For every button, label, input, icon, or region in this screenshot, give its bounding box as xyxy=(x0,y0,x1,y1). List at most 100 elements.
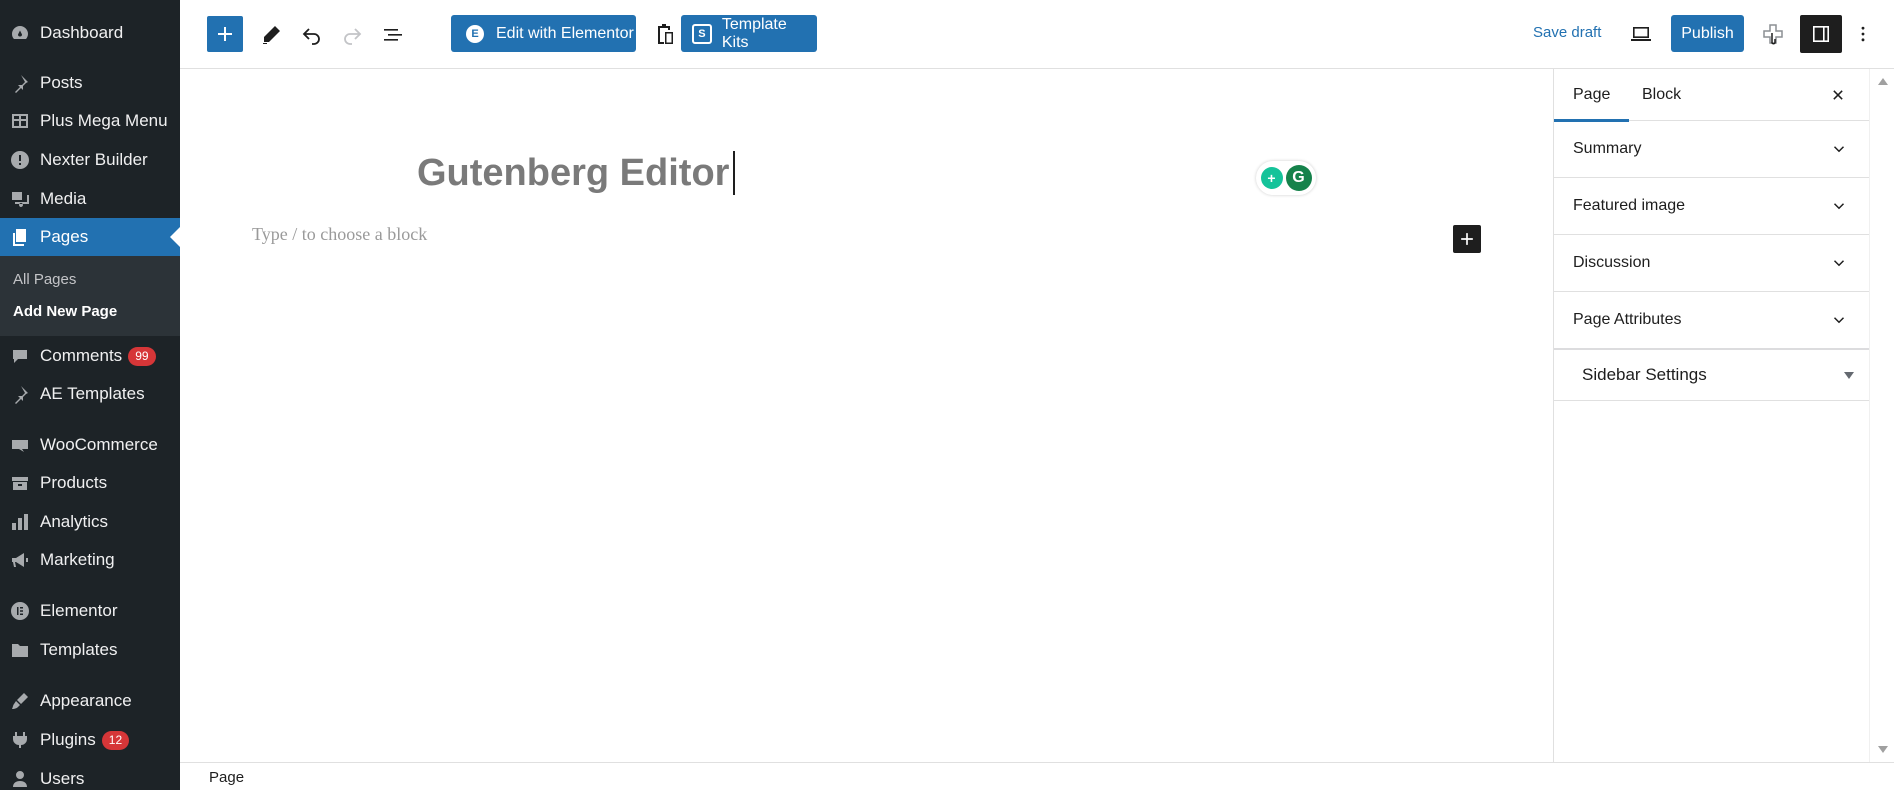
clipboard-button[interactable] xyxy=(651,18,679,50)
undo-button[interactable] xyxy=(298,22,326,48)
sidebar-item-label: Media xyxy=(40,189,87,208)
close-settings-button[interactable] xyxy=(1826,83,1850,107)
redo-button[interactable] xyxy=(338,22,366,48)
more-vertical-icon xyxy=(1861,26,1865,42)
sidebar-item-nexter-builder[interactable]: Nexter Builder xyxy=(0,141,180,179)
sidebar-item-label: Nexter Builder xyxy=(40,150,148,169)
submenu-add-new-page[interactable]: Add New Page xyxy=(13,303,117,320)
sidebar-item-marketing[interactable]: Marketing xyxy=(0,541,180,579)
redo-icon xyxy=(344,28,362,45)
block-placeholder[interactable]: Type / to choose a block xyxy=(252,224,427,245)
panel-title: Page Attributes xyxy=(1573,311,1682,328)
footer-breadcrumb[interactable]: Page xyxy=(209,769,244,786)
options-menu-button[interactable] xyxy=(1853,20,1873,48)
sidebar-item-plus-mega-menu[interactable]: Plus Mega Menu xyxy=(0,102,180,140)
plus-outline-icon xyxy=(1763,24,1783,45)
pencil-icon xyxy=(263,26,280,44)
sidebar-item-appearance[interactable]: Appearance xyxy=(0,682,180,720)
grammarly-suggest-icon[interactable]: + xyxy=(1260,167,1283,189)
sidebar-item-posts[interactable]: Posts xyxy=(0,64,180,102)
grid-icon xyxy=(9,110,31,132)
edit-with-elementor-label: Edit with Elementor xyxy=(496,24,634,42)
publish-label: Publish xyxy=(1681,24,1734,42)
sidebar-item-comments[interactable]: Comments 99 xyxy=(0,337,180,375)
settings-sidebar-toggle[interactable] xyxy=(1800,15,1842,53)
sidebar-item-elementor[interactable]: Elementor xyxy=(0,592,180,630)
block-inserter-toggle[interactable] xyxy=(207,16,243,52)
panel-discussion[interactable]: Discussion xyxy=(1554,235,1870,292)
sidebar-item-dashboard[interactable]: Dashboard xyxy=(0,14,180,52)
grammarly-widget[interactable]: + G xyxy=(1256,161,1316,195)
pin-icon xyxy=(9,72,31,94)
pages-submenu: All Pages Add New Page xyxy=(0,256,180,336)
brush-icon xyxy=(9,690,31,712)
sidebar-item-label: Dashboard xyxy=(40,23,124,42)
clipboard-icon xyxy=(658,24,673,44)
document-overview-button[interactable] xyxy=(379,22,407,48)
tools-button[interactable] xyxy=(257,22,285,48)
bar-chart-icon xyxy=(9,511,31,533)
comment-icon xyxy=(9,345,31,367)
tab-block[interactable]: Block xyxy=(1642,86,1681,104)
editor-footer: Page xyxy=(180,762,1894,791)
sidebar-item-label: Analytics xyxy=(40,512,109,531)
archive-icon xyxy=(9,472,31,494)
alert-icon xyxy=(9,149,31,171)
plugins-count-badge: 12 xyxy=(101,730,130,750)
sidebar-settings-metabox[interactable]: Sidebar Settings xyxy=(1554,348,1870,401)
sidebar-settings-title: Sidebar Settings xyxy=(1582,365,1707,384)
sidebar-item-products[interactable]: Products xyxy=(0,464,180,502)
add-block-button[interactable] xyxy=(1453,225,1481,253)
plugin-button[interactable] xyxy=(1758,18,1788,50)
sidebar-item-woocommerce[interactable]: WooCommerce xyxy=(0,426,180,464)
sidebar-item-label: Posts xyxy=(40,73,83,92)
undo-icon xyxy=(302,28,320,45)
scroll-up-arrow-icon[interactable] xyxy=(1878,78,1888,85)
sidebar-item-templates[interactable]: Templates xyxy=(0,631,180,669)
admin-sidebar: Dashboard Posts Plus Mega Menu Nexter Bu… xyxy=(0,0,180,790)
list-view-icon xyxy=(384,29,402,41)
sidebar-item-analytics[interactable]: Analytics xyxy=(0,503,180,541)
publish-button[interactable]: Publish xyxy=(1671,15,1744,52)
panel-summary[interactable]: Summary xyxy=(1554,121,1870,178)
chevron-down-icon xyxy=(1833,260,1845,267)
desktop-preview-icon xyxy=(1631,27,1651,41)
edit-with-elementor-button[interactable]: E Edit with Elementor xyxy=(451,15,636,52)
sidebar-item-label: Products xyxy=(40,473,108,492)
post-title-input[interactable]: Gutenberg Editor xyxy=(417,151,736,195)
template-kits-button[interactable]: S Template Kits xyxy=(681,15,817,52)
save-draft-button[interactable]: Save draft xyxy=(1533,24,1601,41)
grammarly-icon[interactable]: G xyxy=(1285,165,1312,191)
page-scrollbar[interactable] xyxy=(1869,69,1894,762)
preview-button[interactable] xyxy=(1626,20,1656,48)
sidebar-item-label: Marketing xyxy=(40,550,115,569)
pages-icon xyxy=(9,226,31,248)
megaphone-icon xyxy=(9,549,31,571)
sidebar-item-ae-templates[interactable]: AE Templates xyxy=(0,375,180,413)
sidebar-item-pages[interactable]: Pages xyxy=(0,218,180,256)
chevron-down-icon xyxy=(1833,146,1845,153)
sidebar-item-users[interactable]: Users xyxy=(0,760,180,798)
panel-title: Featured image xyxy=(1573,197,1686,214)
settings-sidebar: Page Block Summary Featured image Discus… xyxy=(1553,69,1870,762)
plus-icon xyxy=(218,27,232,41)
elementor-icon xyxy=(9,600,31,622)
sidebar-icon xyxy=(1813,26,1829,42)
sidebar-item-media[interactable]: Media xyxy=(0,180,180,218)
sidebar-item-label: Plugins xyxy=(40,730,96,749)
panel-page-attributes[interactable]: Page Attributes xyxy=(1554,292,1870,348)
editor-canvas: Gutenberg Editor + G Type / to choose a … xyxy=(180,69,1553,762)
tab-page[interactable]: Page xyxy=(1553,86,1630,122)
folder-icon xyxy=(9,639,31,661)
settings-tabs: Page Block xyxy=(1553,69,1870,122)
pin-icon xyxy=(9,383,31,405)
submenu-all-pages[interactable]: All Pages xyxy=(13,271,76,288)
user-icon xyxy=(9,768,31,790)
sidebar-item-label: WooCommerce xyxy=(40,435,158,454)
panel-featured-image[interactable]: Featured image xyxy=(1554,178,1870,235)
sidebar-item-label: Appearance xyxy=(40,691,132,710)
plug-icon xyxy=(9,729,31,751)
scroll-down-arrow-icon[interactable] xyxy=(1878,746,1888,753)
sidebar-item-plugins[interactable]: Plugins 12 xyxy=(0,721,180,759)
template-kits-label: Template Kits xyxy=(721,15,787,51)
